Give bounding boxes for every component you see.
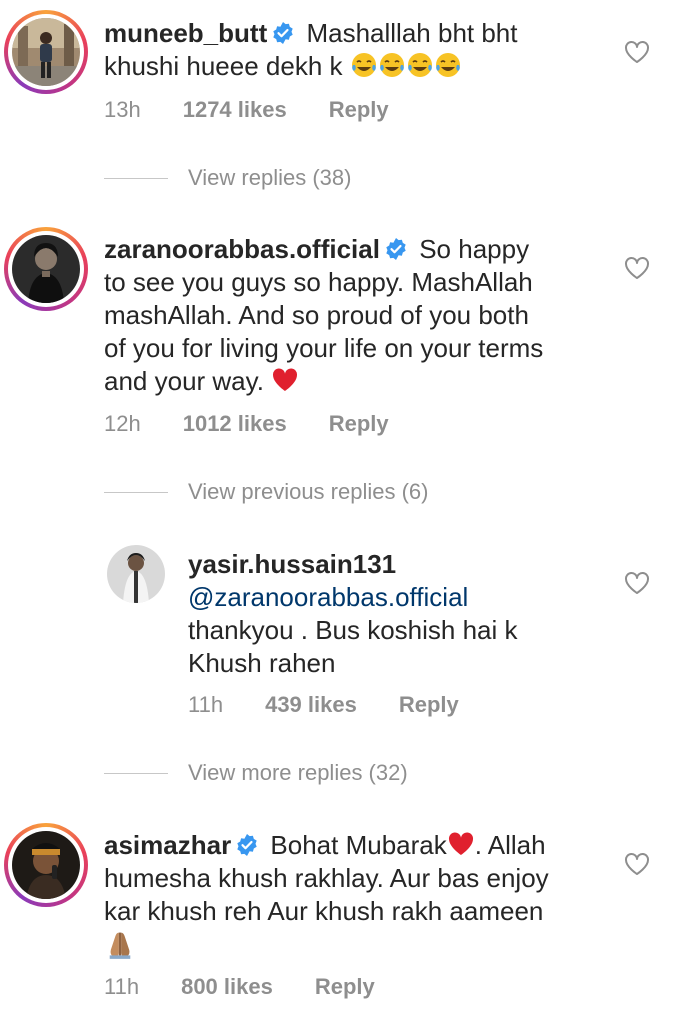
comment-body: asimazhar Bohat Mubarak . Allah humesha k…: [104, 829, 549, 964]
story-ring[interactable]: [4, 227, 88, 311]
comment-meta: 11h 439 likes Reply: [188, 692, 501, 718]
comment-text-line: Mashalllah bht bht: [306, 18, 518, 48]
view-replies-toggle[interactable]: View replies (38): [104, 165, 351, 191]
divider: [104, 177, 168, 179]
tears-of-joy-emoji: [407, 53, 432, 77]
divider: [104, 491, 168, 493]
red-heart-emoji: [448, 832, 473, 855]
likes-count[interactable]: 800 likes: [181, 974, 273, 1000]
comment-meta: 13h 1274 likes Reply: [104, 97, 431, 123]
tears-of-joy-emoji: [351, 53, 376, 77]
likes-count[interactable]: 1274 likes: [183, 97, 287, 123]
folded-hands-emoji: [109, 932, 131, 959]
red-heart-emoji: [273, 368, 298, 391]
comment-text-line: So happy: [419, 234, 530, 264]
comment-body: zaranoorabbas.official So happy to see y…: [104, 233, 543, 398]
heart-outline-icon[interactable]: [624, 256, 650, 280]
comment-text-line: khushi hueee dekh k: [104, 51, 343, 81]
comment-text-line: humesha khush rakhlay. Aur bas enjoy: [104, 863, 549, 893]
view-replies-label[interactable]: View replies (38): [188, 165, 351, 191]
timestamp: 12h: [104, 411, 141, 436]
comment-meta: 11h 800 likes Reply: [104, 974, 417, 1000]
reply-button[interactable]: Reply: [329, 411, 389, 437]
comment-text-line: to see you guys so happy. MashAllah: [104, 267, 533, 297]
likes-count[interactable]: 439 likes: [265, 692, 357, 718]
avatar[interactable]: [12, 18, 80, 86]
verified-badge-icon: [386, 238, 406, 260]
tears-of-joy-emoji: [435, 53, 460, 77]
reply-button[interactable]: Reply: [329, 97, 389, 123]
verified-badge-icon: [237, 834, 257, 856]
view-previous-replies-toggle[interactable]: View previous replies (6): [104, 479, 428, 505]
comment-text-line: of you for living your life on your term…: [104, 333, 544, 363]
timestamp: 13h: [104, 97, 141, 122]
view-more-replies-toggle[interactable]: View more replies (32): [104, 760, 408, 786]
divider: [104, 772, 168, 774]
comment-text-line: . Allah: [474, 830, 546, 860]
story-ring[interactable]: [4, 10, 88, 94]
username[interactable]: yasir.hussain131: [188, 549, 396, 579]
reply-button[interactable]: Reply: [399, 692, 459, 718]
mention-link[interactable]: @zaranoorabbas.official: [188, 582, 468, 612]
comment-meta: 12h 1012 likes Reply: [104, 411, 431, 437]
story-ring[interactable]: [4, 823, 88, 907]
likes-count[interactable]: 1012 likes: [183, 411, 287, 437]
avatar[interactable]: [107, 545, 165, 603]
view-replies-label[interactable]: View more replies (32): [188, 760, 408, 786]
tears-of-joy-emoji: [379, 53, 404, 77]
comment-text-line: and your way.: [104, 366, 264, 396]
comment-text-line: Khush rahen: [188, 648, 336, 678]
comment-text-line: thankyou . Bus koshish hai k: [188, 615, 518, 645]
heart-outline-icon[interactable]: [624, 852, 650, 876]
reply-body: yasir.hussain131 @zaranoorabbas.official…: [188, 548, 518, 680]
heart-outline-icon[interactable]: [624, 40, 650, 64]
reply-button[interactable]: Reply: [315, 974, 375, 1000]
comment-muneeb-butt: muneeb_butt Mashalllah bht bht khushi hu…: [0, 0, 693, 200]
view-replies-label[interactable]: View previous replies (6): [188, 479, 428, 505]
comment-text-line: mashAllah. And so proud of you both: [104, 300, 529, 330]
verified-badge-icon: [273, 22, 293, 44]
username[interactable]: asimazhar: [104, 830, 231, 860]
avatar[interactable]: [12, 831, 80, 899]
username[interactable]: zaranoorabbas.official: [104, 234, 380, 264]
comment-text-line: Bohat Mubarak: [270, 830, 447, 860]
avatar[interactable]: [12, 235, 80, 303]
comment-text-line: kar khush reh Aur khush rakh aameen: [104, 896, 544, 926]
timestamp: 11h: [104, 974, 140, 999]
timestamp: 11h: [188, 692, 224, 717]
username[interactable]: muneeb_butt: [104, 18, 267, 48]
comment-body: muneeb_butt Mashalllah bht bht khushi hu…: [104, 17, 518, 83]
heart-outline-icon[interactable]: [624, 571, 650, 595]
